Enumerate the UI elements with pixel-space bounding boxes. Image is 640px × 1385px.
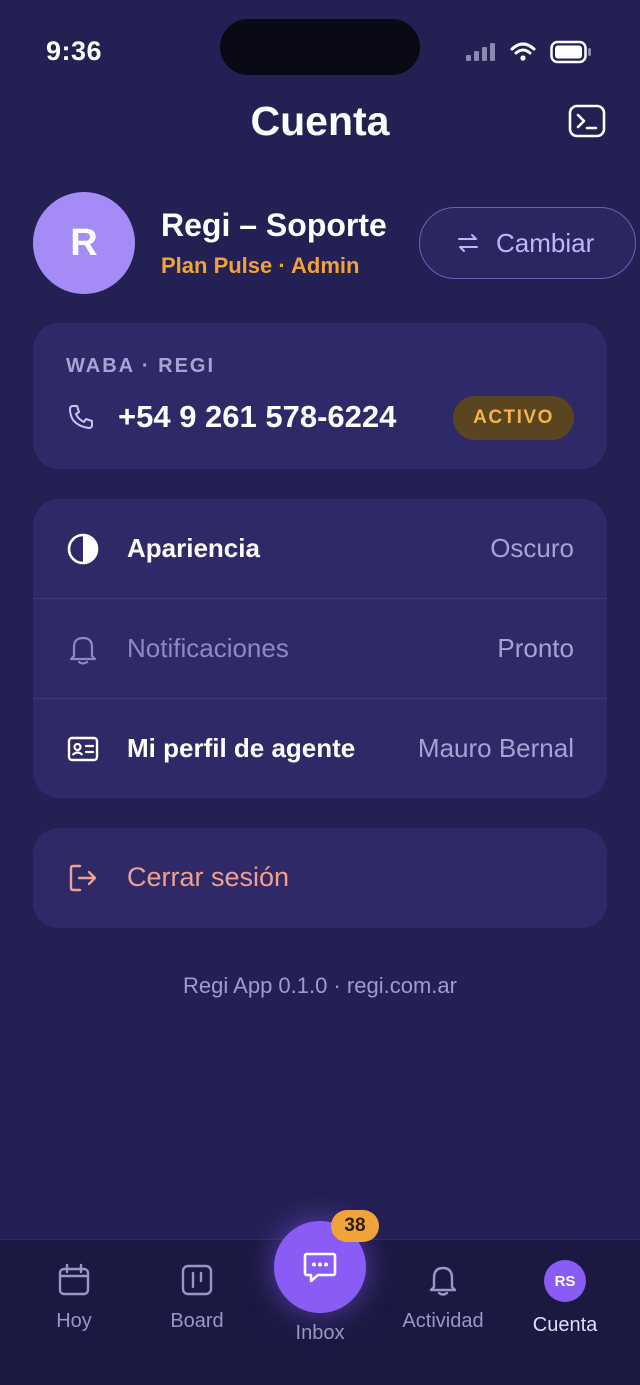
switch-account-button[interactable]: Cambiar <box>419 207 636 279</box>
swap-arrows-icon <box>458 234 478 252</box>
avatar: R <box>33 192 135 294</box>
logout-icon <box>69 864 97 892</box>
settings-row-label: Apariencia <box>127 533 260 563</box>
contrast-icon <box>67 533 99 565</box>
avatar: RS <box>544 1260 586 1302</box>
battery-icon <box>550 40 591 64</box>
page-title: Cuenta <box>250 98 390 144</box>
nav-label: Inbox <box>295 1322 345 1344</box>
nav-label: Cuenta <box>532 1314 598 1336</box>
waba-card: WABA · REGI +54 9 261 578-6224 ACTIVO <box>33 323 607 469</box>
bell-icon <box>429 1266 457 1296</box>
id-card-icon <box>67 736 99 762</box>
profile-name: Regi – Soporte <box>161 207 387 243</box>
settings-row-label: Mi perfil de agente <box>127 733 356 763</box>
settings-row-label: Notificaciones <box>127 633 289 663</box>
profile-plan: Plan Pulse · Admin <box>161 253 360 278</box>
bell-icon <box>69 636 97 665</box>
settings-row-value: Pronto <box>497 633 574 663</box>
nav-label: Actividad <box>402 1310 484 1332</box>
nav-avatar-initials: RS <box>554 1272 576 1290</box>
nav-item-cuenta[interactable]: RS Cuenta <box>505 1260 625 1337</box>
settings-row-value: Mauro Bernal <box>417 733 574 763</box>
settings-row-value: Oscuro <box>490 533 574 563</box>
status-time: 9:36 <box>46 36 103 66</box>
logout-label: Cerrar sesión <box>127 862 290 892</box>
nav-item-hoy[interactable]: Hoy <box>14 1262 134 1333</box>
signal-icon <box>466 43 495 61</box>
calendar-icon <box>58 1263 90 1296</box>
status-badge: ACTIVO <box>453 396 574 440</box>
account-screen: 9:36 Cuenta R Regi – Soporte Plan Pulse … <box>0 0 640 1385</box>
avatar-initial: R <box>70 221 98 264</box>
logout-button[interactable]: Cerrar sesión <box>33 828 607 928</box>
inbox-badge: 38 <box>331 1210 379 1242</box>
terminal-icon[interactable] <box>568 104 606 138</box>
settings-row-notifications[interactable]: Notificaciones Pronto <box>33 598 607 697</box>
wifi-icon <box>510 42 536 61</box>
nav-label: Board <box>170 1310 224 1332</box>
settings-card: Apariencia Oscuro Notificaciones Pronto … <box>33 499 607 798</box>
settings-row-appearance[interactable]: Apariencia Oscuro <box>33 499 607 598</box>
chat-icon <box>303 1252 337 1283</box>
switch-account-label: Cambiar <box>496 227 595 258</box>
waba-label: WABA · REGI <box>66 355 216 377</box>
dynamic-island <box>220 19 420 75</box>
nav-label: Hoy <box>56 1310 92 1332</box>
phone-icon <box>69 405 93 429</box>
settings-row-agent-profile[interactable]: Mi perfil de agente Mauro Bernal <box>33 698 607 797</box>
nav-item-board[interactable]: Board <box>137 1262 257 1333</box>
app-version: Regi App 0.1.0 · regi.com.ar <box>183 973 457 998</box>
board-icon <box>181 1264 213 1296</box>
nav-item-actividad[interactable]: Actividad <box>383 1262 503 1333</box>
phone-number: +54 9 261 578-6224 <box>118 399 397 434</box>
